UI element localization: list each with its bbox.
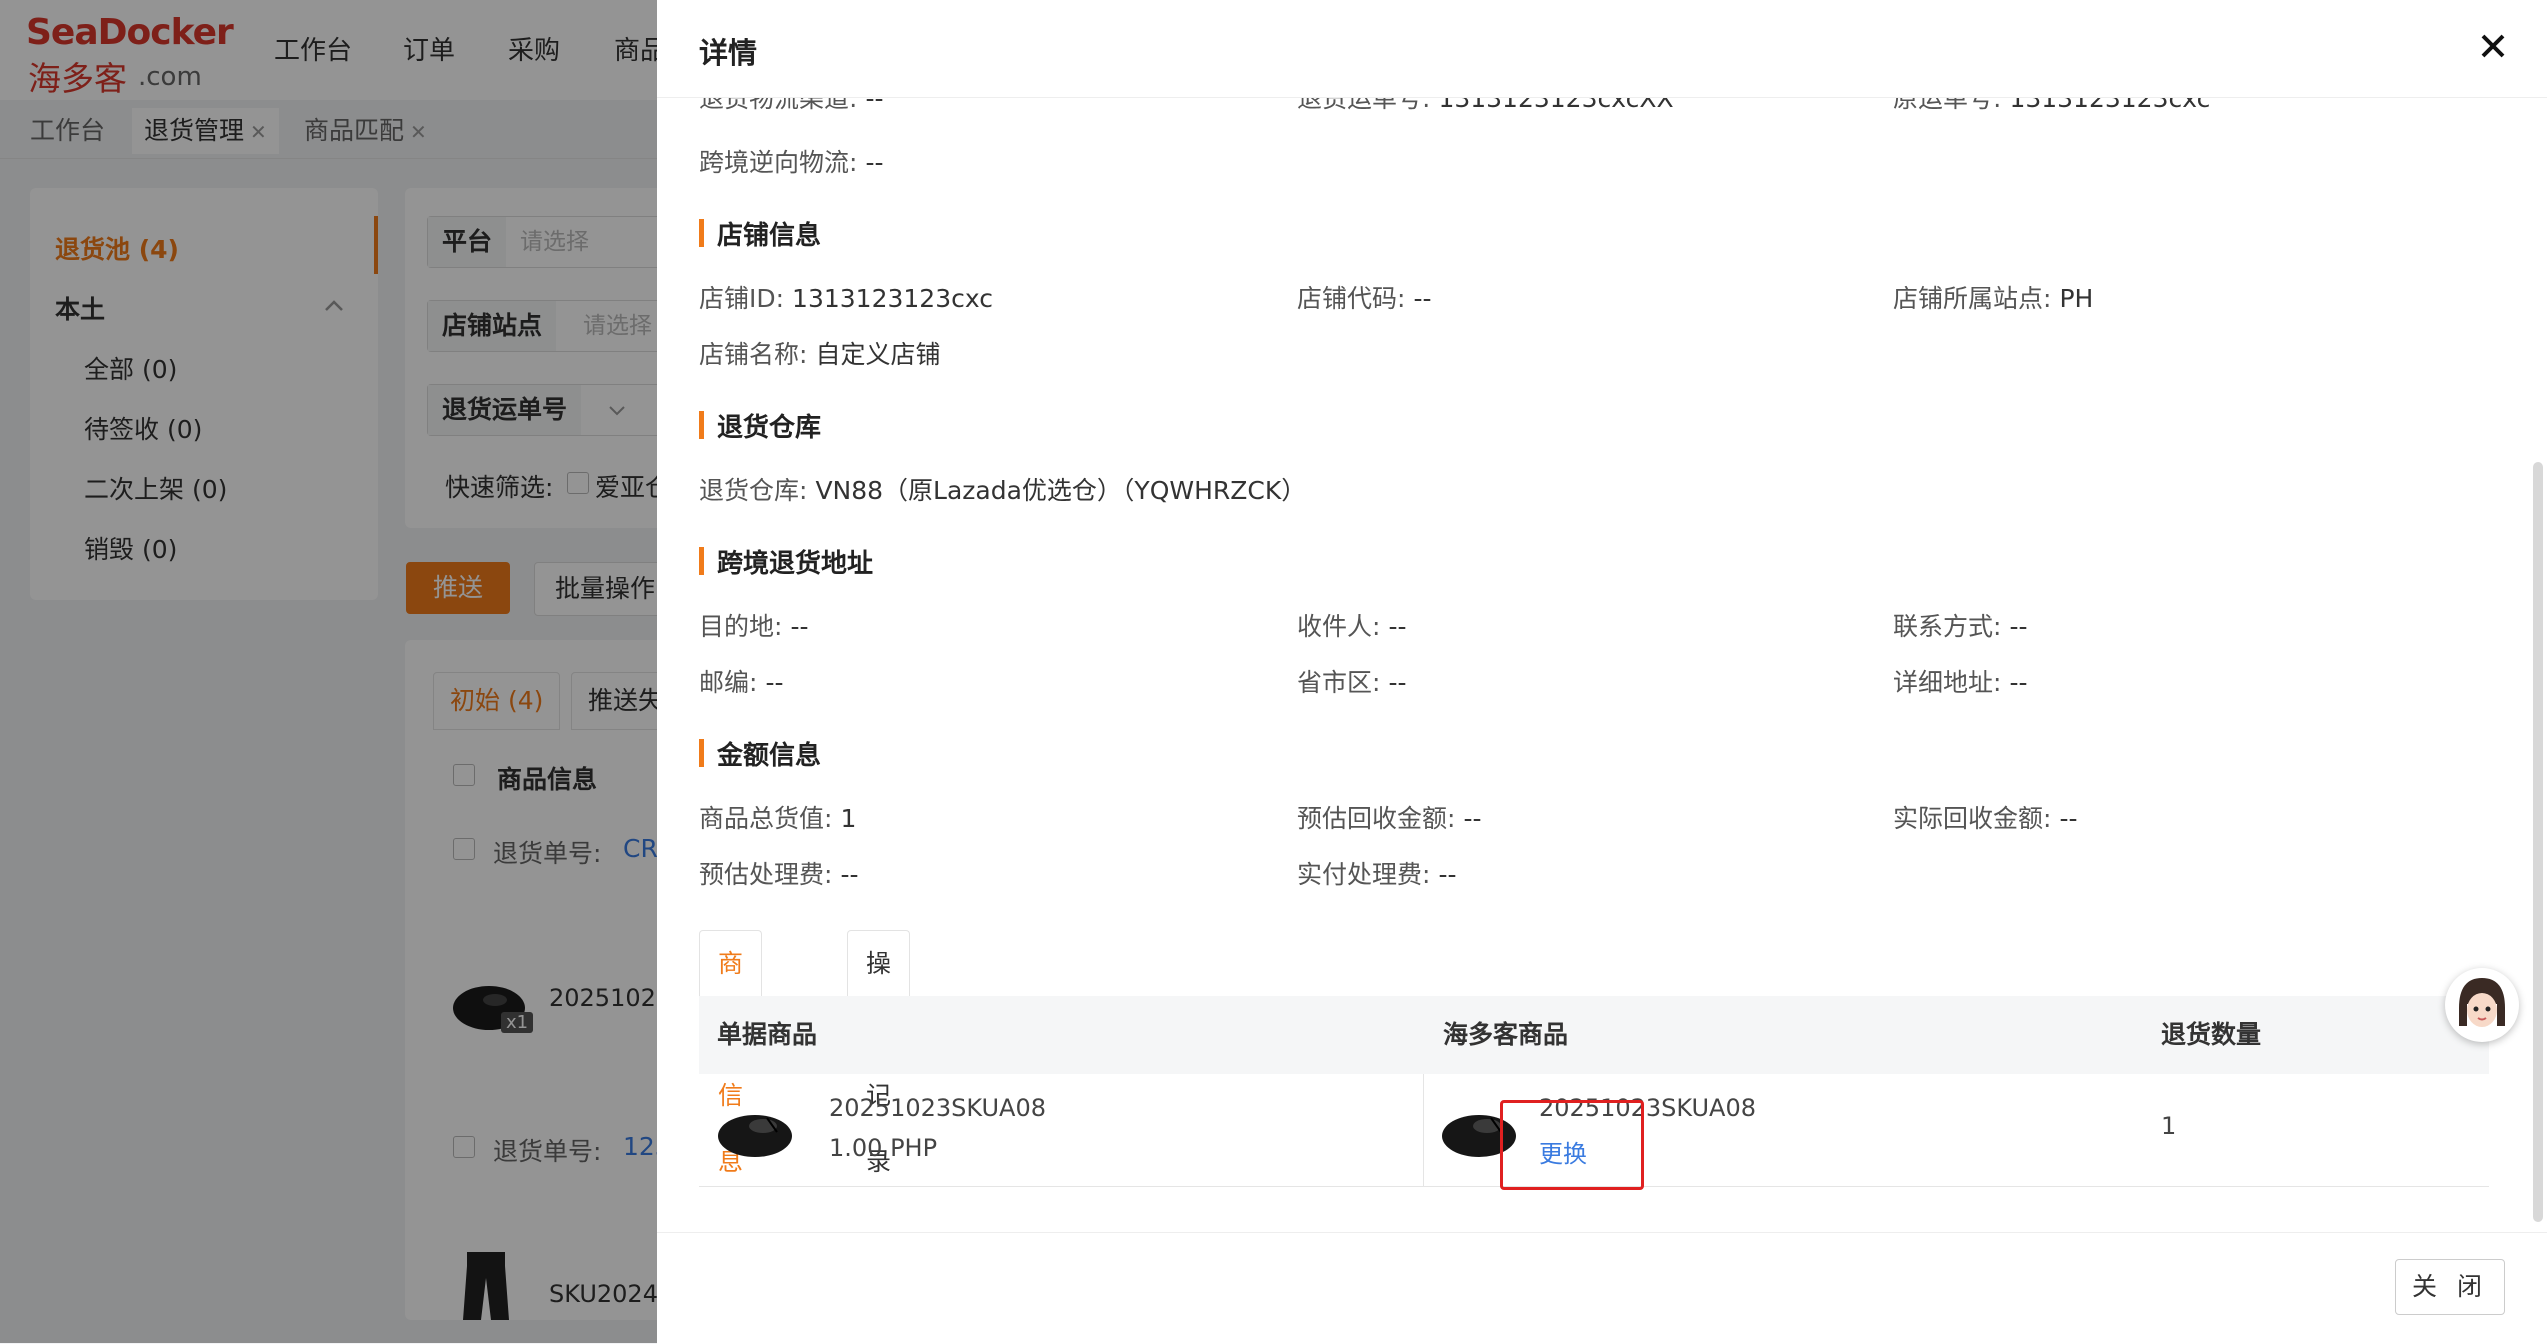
field-label: 预估回收金额: [1297,804,1456,833]
paid-fee-field: 实付处理费: -- [1297,855,1456,891]
estimated-recovery-field: 预估回收金额: -- [1297,799,1481,835]
postcode-field: 邮编: -- [699,663,783,699]
field-value: -- [790,612,809,641]
store-id-field: 店铺ID: 1313123123cxc [699,279,993,315]
field-value: -- [2009,612,2028,641]
field-label: 目的地: [699,612,783,641]
store-code-field: 店铺代码: -- [1297,279,1431,315]
drawer-header: 详情 [657,0,2547,98]
field-value: -- [1388,612,1407,641]
return-quantity: 1 [2161,1112,2177,1140]
column-header-sd-product: 海多客商品 [1443,1020,1569,1049]
field-label: 跨境逆向物流: [699,148,858,177]
store-name-field: 店铺名称: 自定义店铺 [699,335,940,371]
field-label: 联系方式: [1893,612,2002,641]
total-value-field: 商品总货值: 1 [699,799,856,835]
column-divider [1423,1074,1424,1186]
field-label: 退货物流渠道: [699,97,858,113]
field-value: PH [2059,284,2094,313]
section-title-warehouse: 退货仓库 [699,407,821,444]
close-icon[interactable] [2473,26,2513,66]
field-value: -- [1413,284,1432,313]
destination-field: 目的地: -- [699,607,808,643]
mouse-product-image [718,1115,792,1157]
return-warehouse-field: 退货仓库: VN88（原Lazada优选仓）（YQWHRZCK） [699,471,1306,507]
recipient-field: 收件人: -- [1297,607,1406,643]
column-header-doc-product: 单据商品 [717,1020,818,1049]
detail-address-field: 详细地址: -- [1893,663,2027,699]
drawer-footer: 关 闭 [657,1232,2547,1344]
field-label: 省市区: [1297,668,1381,697]
field-value: 1313123123cxc [792,284,993,313]
field-label: 店铺ID: [699,284,785,313]
doc-product-sku: 20251023SKUA08 [829,1094,1047,1122]
field-value: 1313123123cxc [2009,97,2211,113]
field-value: 1313123123cxcXX [1438,97,1674,113]
contact-field: 联系方式: -- [1893,607,2027,643]
cross-border-reverse-field: 跨境逆向物流: -- [699,143,883,179]
drawer-scrollbar[interactable] [2533,462,2543,1222]
field-label: 退货仓库: [699,476,808,505]
estimated-fee-field: 预估处理费: -- [699,855,858,891]
assistant-avatar[interactable] [2445,968,2519,1042]
field-value: 自定义店铺 [815,340,941,369]
field-value: -- [865,97,884,113]
field-label: 店铺名称: [699,340,808,369]
field-value: -- [2009,668,2028,697]
field-value: -- [2059,804,2078,833]
store-site-field: 店铺所属站点: PH [1893,279,2093,315]
assistant-face-icon [2448,971,2516,1039]
section-title-store: 店铺信息 [699,215,821,252]
tab-operation-log[interactable]: 操作记录 [847,930,911,1176]
field-value: -- [1388,668,1407,697]
field-label: 店铺所属站点: [1893,284,2052,313]
field-value: 1 [840,804,857,833]
field-label: 邮编: [699,668,758,697]
tab-product-info[interactable]: 商品信息 [699,930,763,1176]
logistics-channel-field: 退货物流渠道: -- [699,97,883,115]
field-value: -- [1438,860,1457,889]
province-city-field: 省市区: -- [1297,663,1406,699]
close-button[interactable]: 关 闭 [2395,1259,2505,1315]
actual-recovery-field: 实际回收金额: -- [1893,799,2077,835]
field-label: 实付处理费: [1297,860,1431,889]
section-title-amount: 金额信息 [699,735,821,772]
field-label: 商品总货值: [699,804,833,833]
return-tracking-field: 退货运单号: 1313123123cxcXX [1297,97,1674,115]
field-label: 收件人: [1297,612,1381,641]
original-tracking-field: 原运单号: 1313123123cxc [1893,97,2210,115]
field-label: 实际回收金额: [1893,804,2052,833]
highlight-box [1500,1100,1644,1190]
field-value: -- [840,860,859,889]
drawer-title: 详情 [699,36,758,70]
field-label: 原运单号: [1893,97,2002,113]
field-label: 详细地址: [1893,668,2002,697]
field-value: -- [865,148,884,177]
column-header-return-qty: 退货数量 [2161,1020,2262,1049]
drawer-body[interactable]: 退货物流渠道: -- 退货运单号: 1313123123cxcXX 原运单号: 131… [657,97,2547,1232]
section-title-address: 跨境退货地址 [699,543,873,580]
field-value: -- [765,668,784,697]
field-label: 预估处理费: [699,860,833,889]
field-label: 退货运单号: [1297,97,1431,113]
field-value: -- [1463,804,1482,833]
field-value: VN88（原Lazada优选仓）（YQWHRZCK） [815,476,1307,505]
field-label: 店铺代码: [1297,284,1406,313]
doc-product-price: 1.00 PHP [829,1134,938,1162]
